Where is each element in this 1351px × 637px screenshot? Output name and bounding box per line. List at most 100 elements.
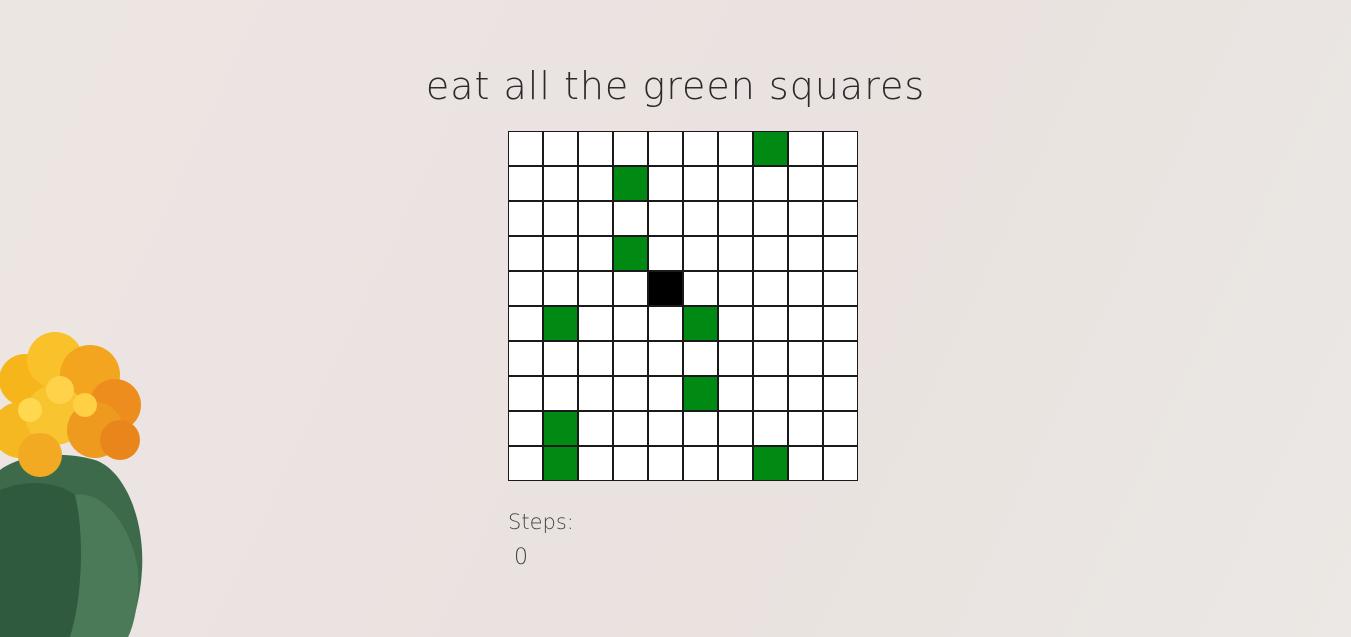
page-title: eat all the green squares	[425, 64, 926, 108]
board-cell	[613, 446, 648, 481]
green-square	[613, 166, 648, 201]
board-cell	[648, 341, 683, 376]
board-cell	[508, 271, 543, 306]
board-cell	[508, 306, 543, 341]
board-cell	[718, 166, 753, 201]
board-cell	[788, 341, 823, 376]
green-square	[683, 306, 718, 341]
green-square	[753, 446, 788, 481]
board-cell	[753, 271, 788, 306]
board-cell	[613, 411, 648, 446]
green-square	[683, 376, 718, 411]
board-cell	[508, 341, 543, 376]
board-cell	[753, 376, 788, 411]
board-cell	[753, 306, 788, 341]
board-cell	[683, 201, 718, 236]
board-cell	[508, 201, 543, 236]
board-cell	[823, 446, 858, 481]
board-cell	[683, 271, 718, 306]
board-cell	[578, 376, 613, 411]
board-cell	[648, 376, 683, 411]
board-cell	[613, 376, 648, 411]
board-cell	[718, 446, 753, 481]
board-cell	[788, 376, 823, 411]
board-cell	[543, 341, 578, 376]
board-cell	[823, 271, 858, 306]
board-cell	[718, 306, 753, 341]
board-cell	[578, 446, 613, 481]
board-cell	[718, 376, 753, 411]
board-cell	[578, 201, 613, 236]
player-square	[648, 271, 683, 306]
board-cell	[508, 236, 543, 271]
board-cell	[578, 131, 613, 166]
board-cell	[543, 376, 578, 411]
game-board[interactable]	[508, 131, 858, 481]
steps-count: 0	[514, 545, 528, 570]
board-cell	[648, 236, 683, 271]
board-cell	[508, 376, 543, 411]
green-square	[543, 306, 578, 341]
green-square	[613, 236, 648, 271]
board-cell	[613, 131, 648, 166]
board-cell	[508, 446, 543, 481]
board-cell	[543, 201, 578, 236]
board-cell	[683, 166, 718, 201]
board-cell	[788, 271, 823, 306]
board-cell	[648, 411, 683, 446]
cactus-image	[0, 332, 143, 637]
board-cell	[753, 236, 788, 271]
board-cell	[578, 341, 613, 376]
board-cell	[718, 271, 753, 306]
board-cell	[823, 201, 858, 236]
board-cell	[823, 236, 858, 271]
board-cell	[543, 166, 578, 201]
board-cell	[788, 166, 823, 201]
board-cell	[718, 411, 753, 446]
steps-label: Steps:	[508, 510, 574, 534]
board-cell	[508, 131, 543, 166]
board-cell	[648, 446, 683, 481]
board-cell	[683, 131, 718, 166]
board-cell	[613, 341, 648, 376]
board-cell	[578, 166, 613, 201]
board-cell	[543, 236, 578, 271]
board-cell	[683, 446, 718, 481]
board-cell	[753, 341, 788, 376]
board-cell	[788, 131, 823, 166]
board-cell	[788, 306, 823, 341]
board-cell	[788, 446, 823, 481]
board-cell	[823, 131, 858, 166]
board-cell	[823, 411, 858, 446]
board-cell	[788, 236, 823, 271]
board-cell	[648, 131, 683, 166]
board-cell	[823, 341, 858, 376]
board-cell	[683, 411, 718, 446]
board-cell	[718, 201, 753, 236]
board-cell	[578, 411, 613, 446]
board-cell	[543, 271, 578, 306]
board-cell	[718, 131, 753, 166]
board-cell	[823, 166, 858, 201]
board-cell	[613, 271, 648, 306]
board-cell	[578, 236, 613, 271]
board-cell	[508, 411, 543, 446]
board-cell	[753, 411, 788, 446]
board-cell	[753, 166, 788, 201]
board-cell	[753, 201, 788, 236]
board-cell	[508, 166, 543, 201]
board-cell	[823, 306, 858, 341]
green-square	[543, 411, 578, 446]
board-cell	[823, 376, 858, 411]
board-cell	[683, 236, 718, 271]
board-cell	[648, 306, 683, 341]
board-cell	[648, 166, 683, 201]
board-cell	[578, 271, 613, 306]
green-square	[543, 446, 578, 481]
board-cell	[788, 201, 823, 236]
board-cell	[613, 201, 648, 236]
green-square	[753, 131, 788, 166]
board-cell	[613, 306, 648, 341]
board-cell	[543, 131, 578, 166]
board-cell	[683, 341, 718, 376]
